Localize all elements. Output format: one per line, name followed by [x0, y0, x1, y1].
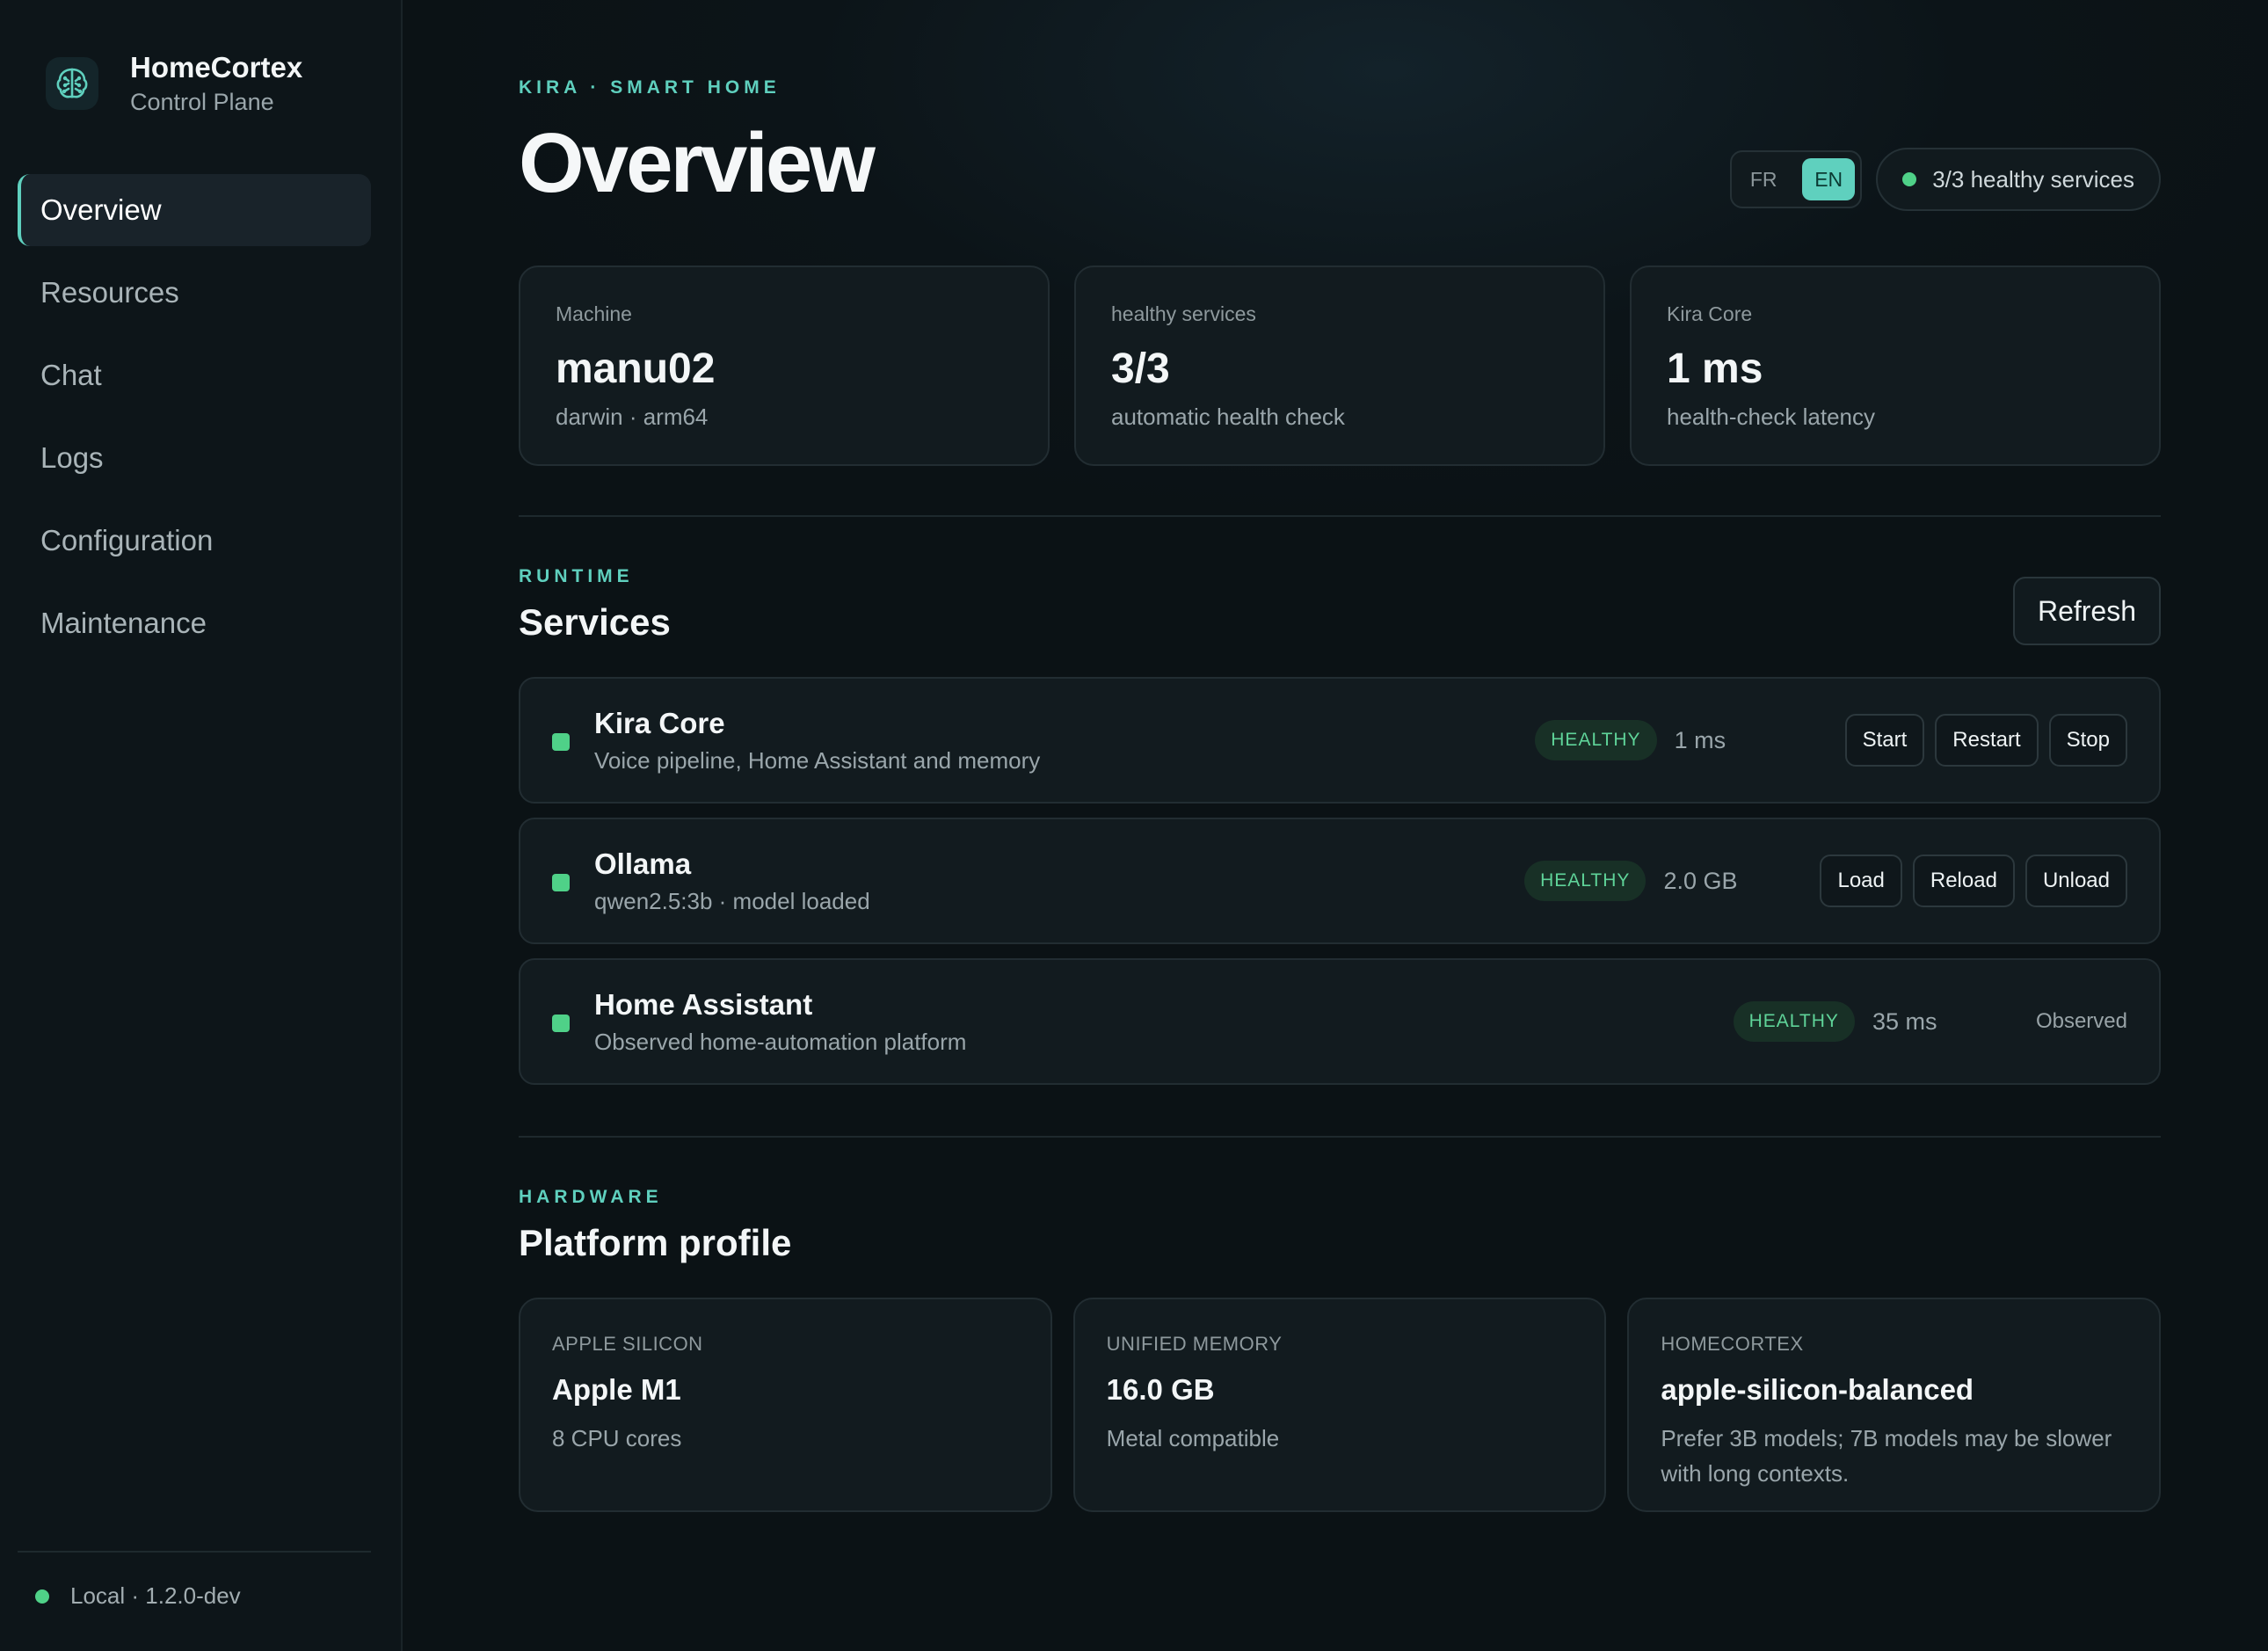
sidebar-footer: Local · 1.2.0-dev: [18, 1551, 371, 1610]
hw-label: UNIFIED MEMORY: [1106, 1333, 1283, 1355]
observed-label: Observed: [2035, 1009, 2127, 1033]
restart-button[interactable]: Restart: [1935, 714, 2039, 767]
stat-cards: Machine manu02 darwin · arm64 healthy se…: [519, 265, 2161, 466]
hw-card-cpu: APPLE SILICON Apple M1 8 CPU cores: [519, 1298, 1052, 1512]
status-badge: HEALTHY: [1733, 1001, 1855, 1042]
hw-label: HOMECORTEX: [1661, 1333, 1804, 1355]
service-row-home-assistant: Home Assistant Observed home-automation …: [519, 958, 2161, 1085]
section-divider: [519, 1136, 2161, 1138]
app-window: HomeCortex Control Plane Overview Resour…: [0, 0, 2268, 1651]
sidebar-item-configuration[interactable]: Configuration: [18, 505, 371, 577]
status-indicator-icon: [552, 874, 570, 891]
health-dot-icon: [1902, 172, 1917, 186]
hardware-cards: APPLE SILICON Apple M1 8 CPU cores UNIFI…: [519, 1298, 2162, 1512]
stat-card-machine: Machine manu02 darwin · arm64: [519, 265, 1050, 466]
health-summary: 3/3 healthy services: [1932, 165, 2134, 193]
service-row-ollama: Ollama qwen2.5:3b · model loaded HEALTHY…: [519, 818, 2161, 944]
hw-value: Apple M1: [552, 1373, 681, 1406]
service-name: Ollama: [594, 847, 692, 880]
lang-fr-button[interactable]: FR: [1737, 158, 1790, 200]
stat-label: Machine: [556, 302, 632, 325]
stat-sub: darwin · arm64: [556, 404, 709, 430]
status-indicator-icon: [552, 1015, 570, 1032]
brand[interactable]: HomeCortex Control Plane: [46, 49, 302, 118]
hw-sub: 8 CPU cores: [552, 1425, 682, 1451]
stat-sub: health-check latency: [1667, 404, 1876, 430]
brain-icon: [46, 57, 98, 110]
status-badge: HEALTHY: [1524, 861, 1646, 901]
stat-card-healthy-services: healthy services 3/3 automatic health ch…: [1074, 265, 1605, 466]
page-eyebrow: KIRA · SMART HOME: [519, 77, 781, 98]
service-name: Home Assistant: [594, 988, 813, 1021]
stat-value: manu02: [556, 345, 716, 392]
hardware-eyebrow: HARDWARE: [519, 1187, 663, 1207]
sidebar: HomeCortex Control Plane Overview Resour…: [0, 0, 403, 1651]
status-indicator-icon: [552, 733, 570, 751]
sidebar-item-resources[interactable]: Resources: [18, 257, 371, 329]
stat-value: 1 ms: [1667, 345, 1763, 392]
sidebar-item-overview[interactable]: Overview: [18, 174, 371, 246]
unload-button[interactable]: Unload: [2024, 855, 2127, 907]
brand-subtitle: Control Plane: [130, 89, 274, 115]
status-dot-icon: [35, 1589, 49, 1604]
hw-sub: Metal compatible: [1106, 1425, 1280, 1451]
lang-en-button[interactable]: EN: [1802, 158, 1856, 200]
sidebar-nav: Overview Resources Chat Logs Configurati…: [18, 174, 371, 670]
stat-sub: automatic health check: [1111, 404, 1345, 430]
reload-button[interactable]: Reload: [1912, 855, 2015, 907]
stat-label: Kira Core: [1667, 302, 1753, 325]
hw-card-profile: HOMECORTEX apple-silicon-balanced Prefer…: [1627, 1298, 2162, 1512]
brand-name: HomeCortex: [130, 51, 303, 84]
service-description: Voice pipeline, Home Assistant and memor…: [594, 747, 1041, 774]
service-metric: 1 ms: [1674, 726, 1726, 753]
stop-button[interactable]: Stop: [2048, 714, 2127, 767]
service-name: Kira Core: [594, 707, 725, 739]
services-title: Services: [519, 601, 671, 643]
hw-value: 16.0 GB: [1106, 1373, 1215, 1406]
status-badge: HEALTHY: [1535, 720, 1657, 760]
sidebar-item-logs[interactable]: Logs: [18, 422, 371, 494]
service-row-kira-core: Kira Core Voice pipeline, Home Assistant…: [519, 677, 2161, 804]
stat-value: 3/3: [1111, 345, 1170, 392]
hardware-title: Platform profile: [519, 1222, 792, 1263]
main-content: KIRA · SMART HOME Overview FR EN 3/3 hea…: [403, 0, 2268, 1651]
service-description: qwen2.5:3b · model loaded: [594, 888, 870, 914]
hw-value: apple-silicon-balanced: [1661, 1373, 1974, 1406]
service-metric: 35 ms: [1872, 1007, 1937, 1035]
sidebar-item-chat[interactable]: Chat: [18, 339, 371, 411]
hw-card-memory: UNIFIED MEMORY 16.0 GB Metal compatible: [1072, 1298, 1607, 1512]
stat-card-kira-core: Kira Core 1 ms health-check latency: [1630, 265, 2161, 466]
start-button[interactable]: Start: [1844, 714, 1925, 767]
language-toggle: FR EN: [1730, 150, 1863, 208]
section-divider: [519, 515, 2161, 517]
version-status: Local · 1.2.0-dev: [70, 1582, 241, 1609]
hw-label: APPLE SILICON: [552, 1333, 703, 1355]
sidebar-item-maintenance[interactable]: Maintenance: [18, 587, 371, 659]
services-eyebrow: RUNTIME: [519, 566, 634, 586]
stat-label: healthy services: [1111, 302, 1256, 325]
service-metric: 2.0 GB: [1663, 867, 1738, 894]
hw-sub: Prefer 3B models; 7B models may be slowe…: [1661, 1425, 2112, 1487]
refresh-button[interactable]: Refresh: [2012, 577, 2161, 645]
service-description: Observed home-automation platform: [594, 1029, 967, 1055]
load-button[interactable]: Load: [1820, 855, 1902, 907]
health-status-pill: 3/3 healthy services: [1876, 148, 2161, 211]
page-title: Overview: [519, 116, 876, 210]
